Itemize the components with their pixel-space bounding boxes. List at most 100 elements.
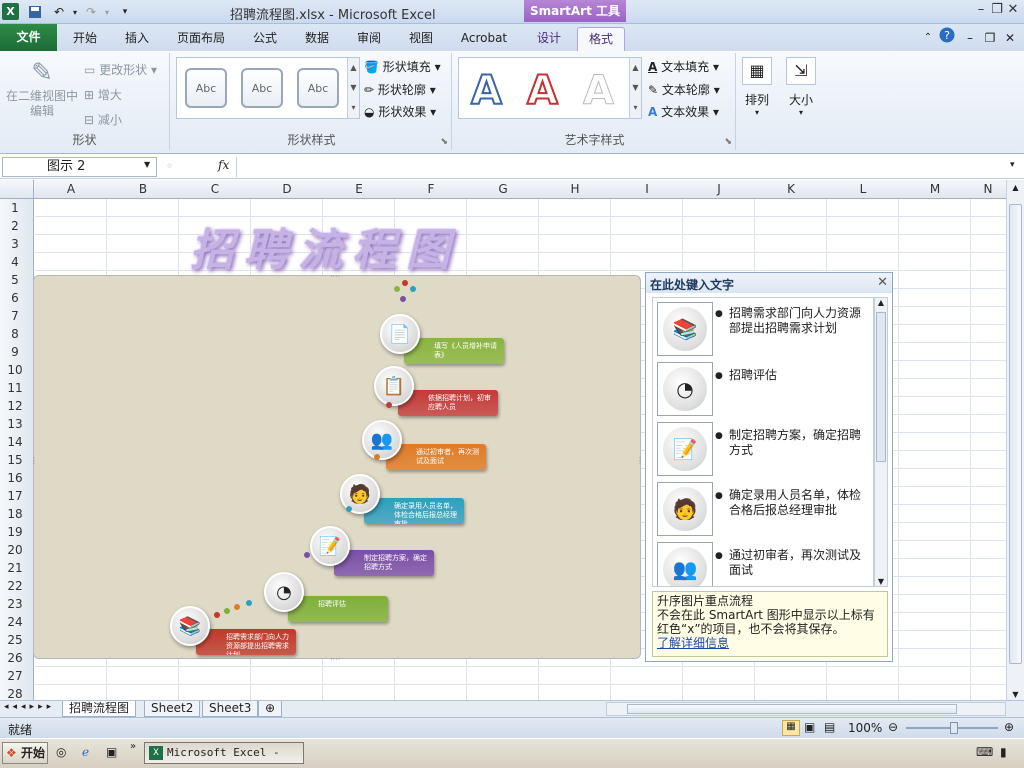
text-pane-close-icon[interactable]: ✕: [877, 275, 888, 290]
column-header[interactable]: F: [395, 182, 467, 196]
row-header[interactable]: 7: [0, 309, 30, 323]
page-break-view-icon[interactable]: ▤: [824, 720, 835, 734]
thumb-person-icon[interactable]: 🧑: [657, 482, 713, 536]
row-header[interactable]: 17: [0, 489, 30, 503]
normal-view-icon[interactable]: ▦: [782, 720, 800, 736]
tray-keyboard-icon[interactable]: ⌨: [976, 745, 993, 759]
tab-formulas[interactable]: 公式: [242, 27, 288, 51]
name-box[interactable]: 图示 2: [2, 157, 157, 177]
quicklaunch-more-icon[interactable]: »: [130, 741, 136, 752]
sheet-tab-3[interactable]: Sheet3: [202, 701, 259, 717]
name-box-dropdown-icon[interactable]: ▼: [144, 160, 150, 169]
tab-file[interactable]: 文件: [0, 24, 57, 51]
tab-format[interactable]: 格式: [577, 27, 625, 51]
smartart-step[interactable]: 确定录用人员名单，体检合格后报总经理审批: [364, 498, 464, 524]
column-header[interactable]: L: [827, 182, 899, 196]
thumb-pie-chart-icon[interactable]: ◔: [657, 362, 713, 416]
text-pane-item[interactable]: 制定招聘方案，确定招聘方式: [715, 428, 869, 458]
smartart-step[interactable]: 依据招聘计划，初审应聘人员: [398, 390, 498, 416]
quicklaunch-desktop-icon[interactable]: ◎: [56, 745, 66, 759]
tab-review[interactable]: 审阅: [346, 27, 392, 51]
column-header[interactable]: G: [467, 182, 539, 196]
row-header[interactable]: 26: [0, 651, 30, 665]
tab-acrobat[interactable]: Acrobat: [452, 27, 516, 51]
zoom-slider-thumb[interactable]: [950, 722, 958, 734]
text-pane-scroll-down-icon[interactable]: ▼: [875, 577, 887, 586]
row-header[interactable]: 4: [0, 255, 30, 269]
workbook-restore-icon[interactable]: ❐: [982, 27, 998, 51]
workbook-close-icon[interactable]: ✕: [1002, 27, 1018, 51]
page-layout-view-icon[interactable]: ▣: [804, 720, 815, 734]
text-pane-item[interactable]: 确定录用人员名单，体检合格后报总经理审批: [715, 488, 869, 518]
taskbar-excel-item[interactable]: X Microsoft Excel - ...: [144, 742, 304, 768]
thumb-meeting-icon[interactable]: 👥: [657, 542, 713, 586]
quicklaunch-ie-icon[interactable]: ℯ: [82, 745, 89, 759]
column-header[interactable]: E: [323, 182, 395, 196]
tab-page-layout[interactable]: 页面布局: [168, 27, 234, 51]
resize-handle-left-icon[interactable]: ⋮: [30, 456, 38, 465]
scroll-thumb[interactable]: [1009, 204, 1022, 664]
column-header[interactable]: C: [179, 182, 251, 196]
row-header[interactable]: 2: [0, 219, 30, 233]
smartart-step[interactable]: 填写《人员增补申请表》: [404, 338, 504, 364]
row-header[interactable]: 18: [0, 507, 30, 521]
column-header[interactable]: N: [971, 182, 1005, 196]
row-header[interactable]: 20: [0, 543, 30, 557]
collapse-ribbon-icon[interactable]: ⌃: [920, 27, 936, 51]
row-header[interactable]: 28: [0, 687, 30, 701]
tab-home[interactable]: 开始: [62, 27, 108, 51]
text-pane-scroll-thumb[interactable]: [876, 312, 886, 462]
text-pane-scroll-up-icon[interactable]: ▲: [875, 298, 887, 307]
documents-icon[interactable]: 📚: [170, 606, 210, 646]
column-header[interactable]: I: [611, 182, 683, 196]
row-header[interactable]: 22: [0, 579, 30, 593]
save-icon[interactable]: [26, 3, 44, 21]
row-header[interactable]: 9: [0, 345, 30, 359]
shape-style-gallery-scroll[interactable]: ▲ ▼ ▾: [347, 58, 359, 118]
pie-chart-icon[interactable]: ◔: [264, 572, 304, 612]
text-pane-item[interactable]: 通过初审者，再次测试及面试: [715, 548, 869, 578]
text-effect-button[interactable]: A 文本效果 ▾: [648, 103, 719, 120]
wordart-style-1[interactable]: A: [470, 67, 503, 115]
column-header[interactable]: K: [755, 182, 827, 196]
excel-logo-icon[interactable]: X: [2, 3, 19, 20]
wordart-gallery[interactable]: A A A ▲ ▼ ▾: [458, 57, 642, 119]
meeting-icon[interactable]: 👥: [362, 420, 402, 460]
notepad-icon[interactable]: 📝: [310, 526, 350, 566]
wordart-gallery-scroll[interactable]: ▲ ▼ ▾: [629, 58, 641, 118]
clipboard-icon[interactable]: 📋: [374, 366, 414, 406]
wordart-title[interactable]: 招聘流程图: [190, 214, 460, 278]
row-header[interactable]: 23: [0, 597, 30, 611]
select-all-button[interactable]: [0, 180, 34, 199]
zoom-out-icon[interactable]: ⊖: [888, 720, 898, 734]
expand-formula-bar-icon[interactable]: ▾: [1010, 160, 1015, 170]
column-header[interactable]: B: [107, 182, 179, 196]
wordart-launcher-icon[interactable]: ⬊: [724, 137, 732, 147]
thumb-documents-icon[interactable]: 📚: [657, 302, 713, 356]
row-header[interactable]: 13: [0, 417, 30, 431]
row-header[interactable]: 19: [0, 525, 30, 539]
horizontal-scrollbar[interactable]: [606, 702, 1006, 716]
zoom-in-icon[interactable]: ⊕: [1004, 720, 1014, 734]
close-icon[interactable]: ✕: [1004, 2, 1022, 18]
size-button[interactable]: ⇲ 大小 ▾: [786, 57, 816, 117]
learn-more-link[interactable]: 了解详细信息: [657, 636, 729, 650]
row-header[interactable]: 1: [0, 201, 30, 215]
smartart-step[interactable]: 招聘评估: [288, 596, 388, 622]
column-header[interactable]: A: [35, 182, 107, 196]
shape-styles-launcher-icon[interactable]: ⬊: [440, 137, 448, 147]
smaller-button[interactable]: ⊟ 减小: [84, 111, 122, 128]
text-pane-scrollbar[interactable]: ▲ ▼: [874, 297, 888, 587]
tab-data[interactable]: 数据: [294, 27, 340, 51]
redo-dropdown-icon[interactable]: ▾: [98, 3, 116, 21]
text-pane-item[interactable]: 招聘评估: [715, 368, 869, 384]
text-fill-button[interactable]: A 文本填充 ▾: [648, 58, 719, 75]
paper-stack-icon[interactable]: 📄: [380, 314, 420, 354]
arrange-button[interactable]: ▦ 排列 ▾: [742, 57, 772, 117]
column-header[interactable]: H: [539, 182, 611, 196]
row-header[interactable]: 14: [0, 435, 30, 449]
scroll-up-icon[interactable]: ▲: [1007, 180, 1024, 196]
shape-style-3[interactable]: Abc: [297, 68, 339, 108]
customize-toolbar-icon[interactable]: ▾: [116, 3, 134, 21]
formula-input[interactable]: [236, 157, 1006, 177]
